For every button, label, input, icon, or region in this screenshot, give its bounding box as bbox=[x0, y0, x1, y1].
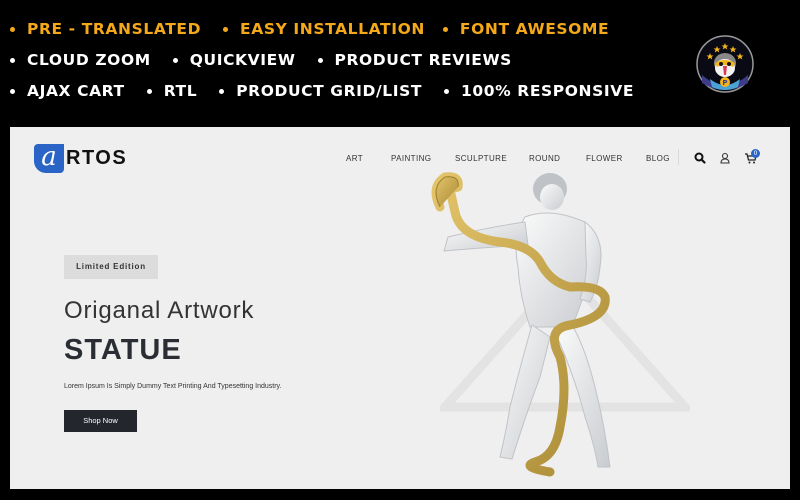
prestashop-badge-icon: P bbox=[696, 35, 754, 93]
logo-mark-icon: a bbox=[34, 144, 64, 173]
features-row-2: CLOUD ZOOM QUICKVIEW PRODUCT REVIEWS bbox=[10, 51, 530, 69]
feature-item: AJAX CART bbox=[10, 82, 125, 100]
bullet-icon bbox=[10, 88, 15, 94]
bullet-icon bbox=[442, 26, 448, 32]
search-icon[interactable] bbox=[693, 151, 707, 165]
site-logo[interactable]: a RTOS bbox=[34, 144, 127, 173]
feature-item: FONT AWESOME bbox=[442, 20, 610, 38]
feature-item: PRODUCT REVIEWS bbox=[317, 51, 512, 69]
bullet-icon bbox=[10, 57, 15, 63]
bullet-icon bbox=[444, 88, 450, 94]
feature-label: AJAX CART bbox=[27, 82, 125, 100]
bullet-icon bbox=[10, 26, 15, 32]
feature-item: 100% RESPONSIVE bbox=[444, 82, 634, 100]
nav-item-art[interactable]: ART bbox=[346, 154, 363, 163]
feature-label: CLOUD ZOOM bbox=[27, 51, 151, 69]
hero-title: STATUE bbox=[64, 334, 182, 366]
bullet-icon bbox=[146, 88, 152, 94]
features-row-1: PRE - TRANSLATED EASY INSTALLATION FONT … bbox=[10, 20, 627, 38]
hero-description: Lorem Ipsum Is Simply Dummy Text Printin… bbox=[64, 383, 282, 390]
feature-item: CLOUD ZOOM bbox=[10, 51, 151, 69]
feature-item: RTL bbox=[146, 82, 198, 100]
shop-now-button[interactable]: Shop Now bbox=[64, 410, 137, 432]
features-row-3: AJAX CART RTL PRODUCT GRID/LIST 100% RES… bbox=[10, 82, 652, 100]
store-preview: a RTOS ART PAINTING SCULPTURE ROUND FLOW… bbox=[10, 127, 790, 489]
feature-label: QUICKVIEW bbox=[189, 51, 296, 69]
feature-label: RTL bbox=[163, 82, 198, 100]
bullet-icon bbox=[223, 26, 229, 32]
nav-item-painting[interactable]: PAINTING bbox=[391, 154, 431, 163]
user-icon[interactable] bbox=[718, 151, 732, 165]
badge-letter: P bbox=[722, 79, 727, 87]
feature-label: PRODUCT REVIEWS bbox=[334, 51, 512, 69]
features-banner: PRE - TRANSLATED EASY INSTALLATION FONT … bbox=[0, 0, 800, 125]
nav-item-blog[interactable]: BLOG bbox=[646, 154, 670, 163]
nav-item-round[interactable]: ROUND bbox=[529, 154, 560, 163]
feature-label: FONT AWESOME bbox=[459, 20, 610, 38]
feature-label: PRE - TRANSLATED bbox=[27, 20, 202, 38]
logo-text: RTOS bbox=[66, 147, 128, 169]
feature-item: QUICKVIEW bbox=[172, 51, 296, 69]
feature-item: EASY INSTALLATION bbox=[223, 20, 425, 38]
feature-label: EASY INSTALLATION bbox=[240, 20, 425, 38]
feature-label: 100% RESPONSIVE bbox=[461, 82, 635, 100]
feature-label: PRODUCT GRID/LIST bbox=[236, 82, 423, 100]
nav-divider bbox=[678, 149, 679, 165]
statue-image bbox=[431, 172, 611, 477]
limited-edition-tag: Limited Edition bbox=[64, 255, 158, 279]
bullet-icon bbox=[172, 57, 178, 63]
nav-item-flower[interactable]: FLOWER bbox=[586, 154, 623, 163]
bullet-icon bbox=[317, 57, 323, 63]
bullet-icon bbox=[219, 88, 225, 94]
feature-item: PRE - TRANSLATED bbox=[10, 20, 201, 38]
feature-item: PRODUCT GRID/LIST bbox=[219, 82, 422, 100]
nav-item-sculpture[interactable]: SCULPTURE bbox=[455, 154, 507, 163]
hero-subtitle: Origanal Artwork bbox=[64, 297, 255, 324]
cart-count-badge: 0 bbox=[751, 149, 760, 158]
